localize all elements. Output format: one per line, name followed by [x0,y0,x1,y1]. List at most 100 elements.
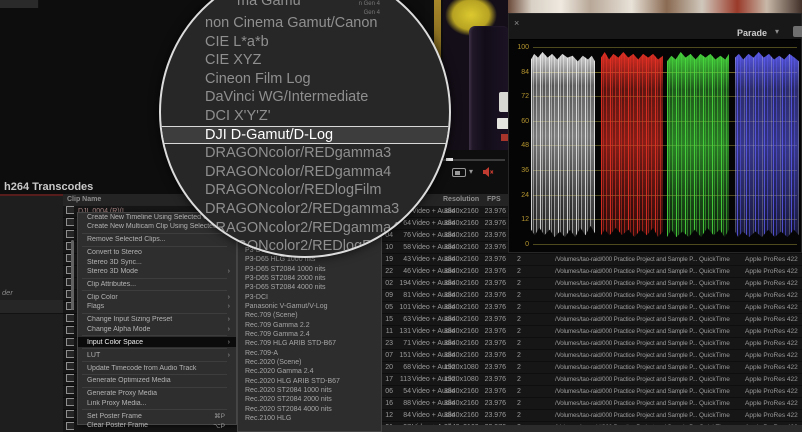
graticule-label: 84 [521,69,529,76]
cell-duration: 131 [399,328,411,335]
color-space-option[interactable]: Rec.709-A [238,349,381,358]
color-space-option[interactable]: Panasonic V-Gamut/V-Log [238,302,381,311]
magnified-color-space-option[interactable]: DRAGONcolor/REDlogFilm [161,181,449,200]
magnified-color-space-option[interactable]: DCI X'Y'Z' [161,107,449,126]
menu-item-label: LUT [87,351,101,359]
viewer-image-guitar-case [469,26,508,150]
submenu-arrow-icon: › [227,325,230,333]
context-menu-item[interactable]: Flags › [78,302,236,311]
color-space-option[interactable]: Rec.2020 HLG ARIB STD-B67 [238,377,381,386]
context-menu-item[interactable]: Link Proxy Media... [78,399,236,408]
menu-item-label: Clip Color [87,293,118,301]
viewer-mode-icon[interactable] [452,168,466,177]
scopes-panel: × Parade ▾ 100 84 72 60 48 36 24 12 0 [508,13,802,253]
color-space-option[interactable]: Rec.2020 (Scene) [238,358,381,367]
menu-item-label: Clip Attributes... [87,280,137,288]
magnified-color-space-option[interactable]: DaVinci WG/Intermediate [161,88,449,107]
cell-fps: 23.976 [484,388,506,395]
context-menu-item[interactable]: LUT › [78,350,236,359]
color-space-option[interactable]: P3-D65 ST2084 2000 nits [238,274,381,283]
magnified-item-fragment: ma Gamu [237,0,301,9]
column-header-fps[interactable]: FPS [487,196,501,203]
magnified-color-space-option[interactable]: CIE L*a*b [161,33,449,52]
context-menu-item[interactable]: Input Color Space › [78,337,236,347]
bin-sidebar: der [0,196,64,432]
audio-mute-icon[interactable] [482,166,494,178]
close-icon[interactable]: × [514,18,519,28]
color-space-option[interactable]: Rec.709 Gamma 2.2 [238,321,381,330]
context-menu-item[interactable]: Change Input Sizing Preset › [78,315,236,324]
color-space-option[interactable]: Rec.2020 ST2084 2000 nits [238,395,381,404]
chevron-down-icon[interactable]: ▾ [775,27,779,36]
cell-codec: Apple ProRes 422 [745,388,798,395]
magnified-color-space-option[interactable]: DRAGONcolor2/REDgamma3 [161,200,449,219]
bin-selected-row[interactable] [0,300,63,314]
color-space-option[interactable]: Rec.2100 HLG [238,414,381,423]
magnified-color-space-option[interactable]: DRAGONcolor2/REDgamma4 [161,219,449,238]
cell-audio-channels: 2 [517,268,521,275]
cell-codec: Apple ProRes 422 [745,400,798,407]
background-fragment: n Gen 4 [358,1,380,7]
magnified-color-space-option[interactable]: DRAGONcolor2/REDlogFilm [161,237,449,256]
bin-scrollbar[interactable] [71,240,74,310]
context-menu-item[interactable]: Stereo 3D Mode › [78,267,236,276]
cell-container: QuickTime [699,376,730,383]
color-space-option[interactable]: P3-D65 ST2084 4000 nits [238,283,381,292]
graticule-label: 100 [517,44,529,51]
context-menu-item[interactable]: Update Timecode from Audio Track [78,363,236,372]
context-menu-item[interactable]: Generate Optimized Media [78,376,236,385]
context-menu-item[interactable]: Generate Proxy Media [78,389,236,398]
cell-fps: 23.976 [484,412,506,419]
cell-fps: 23.976 [484,316,506,323]
clip-icon [66,386,74,394]
cell-container: QuickTime [699,316,730,323]
cell-audio-channels: 2 [517,280,521,287]
color-space-option[interactable]: P3-D65 ST2084 1000 nits [238,265,381,274]
viewer-image-sticker [499,92,508,112]
waveform-luma [531,52,595,238]
magnified-color-space-option[interactable]: DRAGONcolor/REDgamma4 [161,163,449,182]
color-space-option[interactable]: Rec.2020 ST2084 1000 nits [238,386,381,395]
cell-duration: 113 [399,376,411,383]
context-menu-item[interactable]: Clip Color › [78,293,236,302]
context-menu-item[interactable]: Change Alpha Mode › [78,324,236,333]
cell-container: QuickTime [699,412,730,419]
submenu-arrow-icon: › [227,268,230,275]
cell-audio-channels: 2 [517,292,521,299]
cell-fps: 23.976 [484,244,506,251]
graticule-label: 36 [521,167,529,174]
cell-duration: 68 [403,364,411,371]
magnified-color-space-option[interactable]: Cineon Film Log [161,70,449,89]
context-menu-item[interactable]: Clip Attributes... [78,280,236,289]
color-space-option[interactable]: P3-DCI [238,293,381,302]
app-root: h264 Transcodes der Clip Name Type Resol… [0,0,802,432]
color-space-option[interactable]: Rec.2020 Gamma 2.4 [238,367,381,376]
cell-container: QuickTime [699,304,730,311]
bin-folder-label[interactable]: der [2,288,13,297]
menu-item-label: Flags [87,303,105,311]
scope-settings-icon[interactable] [793,26,802,37]
chevron-down-icon[interactable]: ▾ [469,167,473,176]
cell-file-path: /Volumes/tao-raid/000 Practice Project a… [555,340,697,347]
menu-item-shortcut: ⌘P [214,413,225,421]
color-space-option[interactable]: Rec.709 HLG ARIB STD-B67 [238,339,381,348]
column-header-clip-name[interactable]: Clip Name [67,196,101,203]
context-menu-item[interactable]: Clear Poster Frame ⌥P [78,421,236,430]
cell-codec: Apple ProRes 422 [745,328,798,335]
magnified-color-space-option[interactable]: DRAGONcolor/REDgamma3 [161,144,449,163]
submenu-arrow-icon: › [227,316,230,324]
magnified-color-space-option[interactable]: CIE XYZ [161,51,449,70]
cell-container: QuickTime [699,280,730,287]
color-space-option[interactable]: Rec.709 Gamma 2.4 [238,330,381,339]
cell-file-path: /Volumes/tao-raid/000 Practice Project a… [555,376,697,383]
magnified-color-space-option[interactable]: DJI D-Gamut/D-Log [161,125,449,145]
magnified-color-space-option[interactable]: non Cinema Gamut/Canon [161,14,449,33]
cell-duration: 46 [403,268,411,275]
color-space-option[interactable]: Rec.2020 ST2084 4000 nits [238,405,381,414]
color-space-option[interactable]: Rec.709 (Scene) [238,311,381,320]
context-menu-item[interactable]: Set Poster Frame ⌘P [78,412,236,421]
clip-icon [66,362,74,370]
context-menu-item[interactable]: Stereo 3D Sync... [78,258,236,267]
clip-icon [66,374,74,382]
scope-type-dropdown[interactable]: Parade [737,28,767,38]
